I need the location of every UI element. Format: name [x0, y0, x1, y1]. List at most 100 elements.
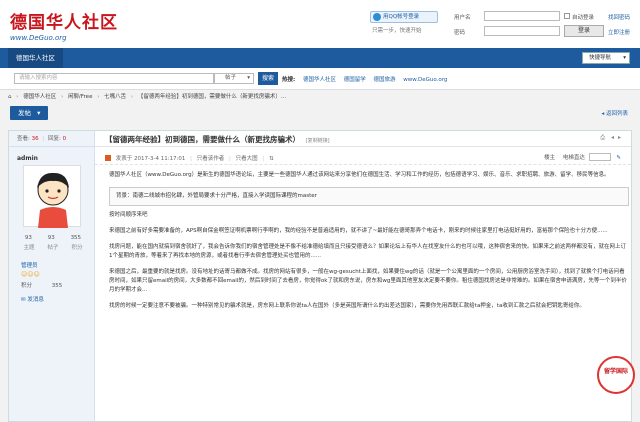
only-images-link[interactable]: 只看大图: [236, 156, 258, 162]
hot-search-item[interactable]: 德国留学: [344, 77, 366, 83]
post-meta: 发表于 2017-3-4 11:17:01 | 只看该作者 | 只看大图 | ⇅…: [95, 151, 631, 165]
thread-title-text: 【留德两年经验】初到德国，需要做什么（新更找房骗术）: [105, 135, 300, 144]
breadcrumb-item[interactable]: 七嘴八舌: [104, 94, 126, 100]
password-input[interactable]: [484, 26, 560, 36]
qq-login-button[interactable]: 用QQ帐号登录: [370, 11, 438, 23]
thread-title: 【留德两年经验】初到德国，需要做什么（新更找房骗术） [复制链接]: [105, 134, 330, 145]
breadcrumb: ⌂ › 德国华人社区 › 闲聊/Free › 七嘴八舌 › 【留德两年经验】初到…: [8, 94, 287, 100]
back-to-list-link[interactable]: ◂ 返回列表: [601, 109, 628, 117]
next-thread-icon[interactable]: ▸: [618, 134, 621, 141]
back-arrow-icon: ◂: [601, 111, 605, 117]
login-button[interactable]: 登录: [564, 25, 604, 37]
stat-label: 主题: [23, 245, 35, 251]
breadcrumb-item[interactable]: 闲聊/Free: [68, 94, 93, 100]
home-icon[interactable]: ⌂: [8, 94, 12, 100]
chevron-down-icon: ▾: [623, 55, 626, 61]
stat-value[interactable]: 93: [48, 235, 55, 241]
hot-search-item[interactable]: 德国旅游: [373, 77, 395, 83]
points-label: 积分: [21, 283, 33, 289]
logo-url: www.DeGuo.org: [10, 34, 67, 42]
new-post-label: 发帖: [18, 109, 31, 117]
qq-login-label: 用QQ帐号登录: [383, 14, 420, 20]
breadcrumb-item[interactable]: 【留德两年经验】初到德国，需要做什么（新更找房骗术）...: [138, 94, 286, 100]
post-paragraph: 德国华人社区（www.DeGuo.org）是新生的德国华语论坛，主要是一些德国华…: [109, 172, 610, 178]
search-scope-select[interactable]: 帖子 ▾: [214, 73, 254, 84]
username-input[interactable]: [484, 11, 560, 21]
avatar[interactable]: [23, 165, 81, 228]
register-link[interactable]: 立即注册: [608, 28, 630, 36]
views-count: 36: [31, 136, 39, 142]
points-value: 355: [51, 283, 63, 289]
user-group[interactable]: 管理员: [21, 261, 38, 269]
print-icon[interactable]: ⎙: [600, 134, 605, 141]
quick-nav-label: 快捷导航: [589, 55, 612, 61]
post-date: 发表于 2017-3-4 11:17:01: [115, 156, 186, 162]
stat-label: 积分: [71, 245, 83, 251]
breadcrumb-item[interactable]: 德国华人社区: [23, 94, 56, 100]
hot-search-item[interactable]: www.DeGuo.org: [403, 77, 447, 83]
points-row: 积分 355: [21, 281, 62, 289]
author-sidebar: 查看: 36 | 回复: 0 admin 93 93 355 主题 帖子 积分 …: [9, 131, 95, 421]
thread-title-bar: 【留德两年经验】初到德国，需要做什么（新更找房骗术） [复制链接] ⎙ ◂ ▸: [95, 131, 631, 147]
search-scope-label: 帖子: [225, 75, 237, 81]
post-paragraph: 找房的时候一定要注意不要被骗。一种特别常见的骗术就是，房东网上联系你说ta人在国…: [109, 303, 585, 309]
pencil-icon[interactable]: ✎: [616, 155, 621, 161]
username-label: 用户名: [454, 15, 471, 21]
replies-count: 0: [62, 136, 67, 142]
watermark-badge: 留学国际: [597, 356, 635, 394]
stat-label: 帖子: [47, 245, 59, 251]
search-input[interactable]: 请输入搜索内容: [14, 73, 214, 84]
site-logo[interactable]: 德国华人社区 www.DeGuo.org: [10, 8, 118, 42]
back-to-list-label: 返回列表: [605, 111, 628, 117]
thread-post: 查看: 36 | 回复: 0 admin 93 93 355 主题 帖子 积分 …: [8, 130, 632, 422]
new-post-button[interactable]: 发帖 ▾: [10, 106, 48, 120]
nav-item-home[interactable]: 德国华人社区: [8, 48, 63, 68]
logo-text: 德国华人社区: [10, 13, 118, 33]
jump-label: 电梯直达: [562, 155, 585, 161]
stat-value[interactable]: 355: [71, 235, 82, 241]
floor-label: 楼主: [544, 155, 556, 161]
auto-login-label: 自动登录: [572, 15, 595, 21]
hot-search: 热搜: 德国华人社区 德国留学 德国旅游 www.DeGuo.org: [282, 75, 447, 83]
post-paragraph: 来德国之后，最重要的就是找房。没有地址的话寄马都做不成。找房的网站有很多，一般在…: [109, 269, 627, 293]
chevron-down-icon: ▾: [37, 109, 41, 117]
stat-value[interactable]: 93: [25, 235, 32, 241]
auto-login-checkbox[interactable]: [564, 13, 570, 19]
search-bar: 请输入搜索内容 帖子 ▾ 搜索 热搜: 德国华人社区 德国留学 德国旅游 www…: [0, 68, 640, 90]
views-label: 查看:: [17, 136, 30, 142]
password-label: 密码: [454, 30, 466, 36]
post-quote: 背景：南德二线城市招化肆，外管局要求十分严格，直接入学读国际课程的master: [109, 187, 629, 206]
chevron-down-icon: ▾: [247, 75, 250, 81]
mail-icon: ✉: [21, 297, 26, 303]
replies-label: 回复:: [47, 136, 61, 142]
post-content: 德国华人社区（www.DeGuo.org）是新生的德国华语论坛，主要是一些德国华…: [109, 171, 629, 318]
search-button[interactable]: 搜索: [258, 72, 278, 85]
quick-nav-dropdown[interactable]: 快捷导航 ▾: [582, 52, 630, 64]
copy-link[interactable]: [复制链接]: [306, 138, 330, 144]
qq-icon: [373, 13, 381, 21]
reverse-order-icon[interactable]: ⇅: [269, 156, 274, 162]
post-paragraph: 按时间顺序来吧: [109, 212, 148, 218]
post-paragraph: 背景：南德二线城市招化肆，外管局要求十分严格，直接入学读国际课程的master: [116, 193, 317, 199]
hot-search-item[interactable]: 德国华人社区: [303, 77, 336, 83]
main-nav: 德国华人社区 快捷导航 ▾: [0, 48, 640, 68]
watermark-text: 留学国际: [603, 368, 628, 375]
author-stats: 93 93 355 主题 帖子 积分: [17, 235, 89, 251]
send-message-link[interactable]: ✉ 发消息: [21, 295, 44, 303]
rank-stars-icon: ☺☺☺: [21, 271, 40, 278]
forgot-password-link[interactable]: 找回密码: [608, 13, 630, 21]
author-name[interactable]: admin: [9, 147, 94, 162]
qq-login-subtitle: 只需一步，快速开始: [372, 28, 422, 34]
prev-thread-icon[interactable]: ◂: [611, 134, 614, 141]
jump-floor-input[interactable]: [588, 153, 611, 161]
action-row: 发帖 ▾ ◂ 返回列表: [0, 104, 640, 122]
site-header: 德国华人社区 www.DeGuo.org 用QQ帐号登录 只需一步，快速开始 用…: [0, 0, 640, 48]
thread-stats: 查看: 36 | 回复: 0: [9, 131, 94, 147]
send-message-label: 发消息: [27, 297, 44, 303]
thread-tools: ⎙ ◂ ▸: [600, 134, 621, 142]
author-badge-icon: [105, 155, 111, 161]
post-paragraph: 找房问题，能在国内就搞到宿舍就好了，我会告诉你我们的宿舍管理处是不像不给准德给填…: [109, 244, 627, 259]
post-paragraph: 来德国之前有好多需要准备的，APS啊自保金啊签证啊机票啊行李啊的，我的经验不是普…: [109, 228, 608, 234]
post-meta-right: 楼主 电梯直达 ✎: [544, 153, 621, 161]
only-author-link[interactable]: 只看该作者: [197, 156, 225, 162]
